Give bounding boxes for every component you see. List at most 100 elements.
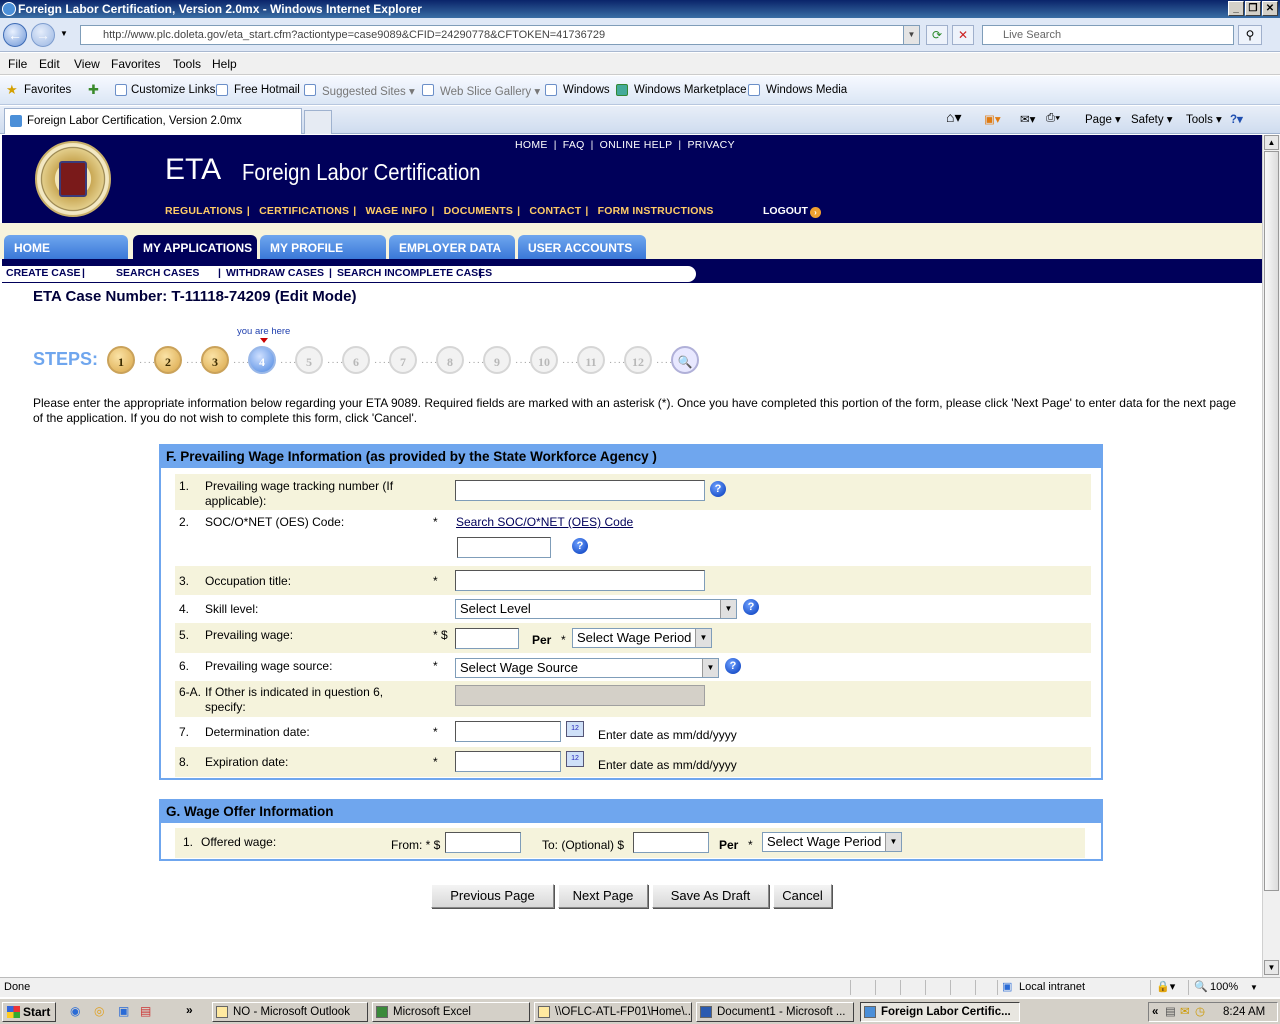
- offered-wage-period-select[interactable]: Select Wage Period ▼: [762, 832, 902, 852]
- soc-code-input[interactable]: [457, 537, 551, 558]
- step-2[interactable]: 2: [154, 346, 182, 374]
- fav-customize-links[interactable]: Customize Links: [131, 84, 215, 96]
- offered-wage-to-input[interactable]: [633, 832, 709, 853]
- nav-certifications[interactable]: CERTIFICATIONS: [259, 205, 349, 217]
- help-menu-icon[interactable]: ?▾: [1230, 112, 1243, 126]
- search-icon[interactable]: ⚲: [1238, 25, 1262, 45]
- minimize-button[interactable]: _: [1228, 1, 1244, 16]
- maximize-button[interactable]: ❐: [1245, 1, 1261, 16]
- desktop-quicklaunch-icon[interactable]: ▣: [118, 1004, 129, 1018]
- recent-pages-icon[interactable]: ▼: [60, 29, 68, 38]
- tab-user-accounts[interactable]: USER ACCOUNTS: [518, 235, 646, 259]
- previous-page-button[interactable]: Previous Page: [431, 884, 554, 908]
- outlook-quicklaunch-icon[interactable]: ◎: [94, 1004, 104, 1018]
- tools-menu[interactable]: Tools ▾: [1186, 112, 1222, 126]
- tracking-number-input[interactable]: [455, 480, 705, 501]
- search-input[interactable]: Live Search: [982, 25, 1234, 45]
- help-icon[interactable]: ?: [743, 599, 759, 615]
- forward-button[interactable]: →: [31, 23, 55, 47]
- link-home[interactable]: HOME: [515, 139, 548, 151]
- subnav-create-case[interactable]: CREATE CASE: [6, 267, 80, 279]
- app-quicklaunch-icon[interactable]: ▤: [140, 1004, 151, 1018]
- help-icon[interactable]: ?: [710, 481, 726, 497]
- save-as-draft-button[interactable]: Save As Draft: [652, 884, 769, 908]
- feeds-icon[interactable]: ▣▾: [984, 112, 1001, 126]
- chevron-down-icon[interactable]: ▼: [885, 833, 901, 851]
- link-online-help[interactable]: ONLINE HELP: [600, 139, 673, 151]
- task-outlook[interactable]: NO - Microsoft Outlook: [212, 1002, 368, 1022]
- tab-home[interactable]: HOME: [4, 235, 128, 259]
- mail-icon[interactable]: ✉▾: [1020, 112, 1035, 126]
- vertical-scrollbar[interactable]: ▲ ▼: [1262, 135, 1280, 977]
- task-explorer[interactable]: \\OFLC-ATL-FP01\Home\...: [534, 1002, 692, 1022]
- stop-icon[interactable]: ✕: [952, 25, 974, 45]
- tab-my-profile[interactable]: MY PROFILE: [260, 235, 386, 259]
- chevron-down-icon[interactable]: ▼: [695, 629, 711, 647]
- nav-regulations[interactable]: REGULATIONS: [165, 205, 243, 217]
- menu-help[interactable]: Help: [212, 57, 237, 71]
- menu-file[interactable]: File: [8, 57, 27, 71]
- fav-windows-media[interactable]: Windows Media: [766, 84, 847, 96]
- skill-level-select[interactable]: Select Level ▼: [455, 599, 737, 619]
- nav-form-instructions[interactable]: FORM INSTRUCTIONS: [598, 205, 714, 217]
- determination-date-input[interactable]: [455, 721, 561, 742]
- network-icon[interactable]: ▤: [1165, 1003, 1176, 1021]
- cancel-button[interactable]: Cancel: [773, 884, 832, 908]
- fav-suggested-sites[interactable]: Suggested Sites ▾: [322, 84, 415, 98]
- other-source-input[interactable]: [455, 685, 705, 706]
- search-soc-code-link[interactable]: Search SOC/O*NET (OES) Code: [456, 515, 633, 529]
- new-tab-button[interactable]: [304, 110, 332, 134]
- subnav-search-cases[interactable]: SEARCH CASES: [116, 267, 199, 279]
- menu-view[interactable]: View: [74, 57, 100, 71]
- back-button[interactable]: ←: [3, 23, 27, 47]
- link-faq[interactable]: FAQ: [563, 139, 585, 151]
- chevron-down-icon[interactable]: ▼: [720, 600, 736, 618]
- tray-expand-icon[interactable]: «: [1152, 1003, 1158, 1021]
- chevron-down-icon[interactable]: ▼: [903, 26, 919, 44]
- quicklaunch-more-icon[interactable]: »: [186, 1003, 193, 1017]
- tab-my-applications[interactable]: MY APPLICATIONS: [133, 235, 257, 259]
- zoom-level[interactable]: 100%: [1210, 978, 1238, 997]
- wage-source-select[interactable]: Select Wage Source ▼: [455, 658, 719, 678]
- scrollbar-thumb[interactable]: [1264, 151, 1279, 891]
- link-privacy[interactable]: PRIVACY: [687, 139, 734, 151]
- help-icon[interactable]: ?: [725, 658, 741, 674]
- mail-icon[interactable]: ✉: [1180, 1003, 1190, 1021]
- offered-wage-from-input[interactable]: [445, 832, 521, 853]
- nav-documents[interactable]: DOCUMENTS: [444, 205, 513, 217]
- fav-windows-marketplace[interactable]: Windows Marketplace: [634, 84, 746, 96]
- fav-windows[interactable]: Windows: [563, 84, 610, 96]
- safety-menu[interactable]: Safety ▾: [1131, 112, 1173, 126]
- chevron-down-icon[interactable]: ▼: [1250, 978, 1258, 997]
- protected-mode-icon[interactable]: 🔒▾: [1156, 978, 1175, 997]
- tab-employer-data[interactable]: EMPLOYER DATA: [389, 235, 515, 259]
- expiration-date-input[interactable]: [455, 751, 561, 772]
- nav-wage-info[interactable]: WAGE INFO: [365, 205, 427, 217]
- wage-period-select[interactable]: Select Wage Period ▼: [572, 628, 712, 648]
- favorites-button[interactable]: Favorites: [24, 84, 71, 96]
- task-word[interactable]: Document1 - Microsoft ...: [696, 1002, 854, 1022]
- page-menu[interactable]: Page ▾: [1085, 112, 1121, 126]
- refresh-icon[interactable]: ⟳: [926, 25, 948, 45]
- calendar-icon[interactable]: 12: [566, 751, 584, 767]
- logout-link[interactable]: LOGOUT ›: [763, 205, 821, 218]
- task-excel[interactable]: Microsoft Excel: [372, 1002, 530, 1022]
- calendar-icon[interactable]: 12: [566, 721, 584, 737]
- menu-favorites[interactable]: Favorites: [111, 57, 160, 71]
- menu-edit[interactable]: Edit: [39, 57, 60, 71]
- scroll-down-icon[interactable]: ▼: [1264, 960, 1279, 975]
- home-icon[interactable]: ⌂▾: [946, 109, 961, 126]
- fav-free-hotmail[interactable]: Free Hotmail: [234, 84, 300, 96]
- clock-icon[interactable]: ◷: [1195, 1003, 1205, 1021]
- fav-web-slice-gallery[interactable]: Web Slice Gallery ▾: [440, 84, 540, 98]
- scroll-up-icon[interactable]: ▲: [1264, 135, 1279, 150]
- zoom-icon[interactable]: 🔍: [1194, 978, 1208, 997]
- next-page-button[interactable]: Next Page: [558, 884, 648, 908]
- nav-contact[interactable]: CONTACT: [529, 205, 581, 217]
- step-1[interactable]: 1: [107, 346, 135, 374]
- browser-tab[interactable]: Foreign Labor Certification, Version 2.0…: [4, 108, 302, 134]
- chevron-down-icon[interactable]: ▼: [702, 659, 718, 677]
- print-icon[interactable]: ⎙▾: [1046, 112, 1060, 125]
- ie-quicklaunch-icon[interactable]: ◉: [70, 1004, 80, 1018]
- task-ie[interactable]: Foreign Labor Certific...: [860, 1002, 1020, 1022]
